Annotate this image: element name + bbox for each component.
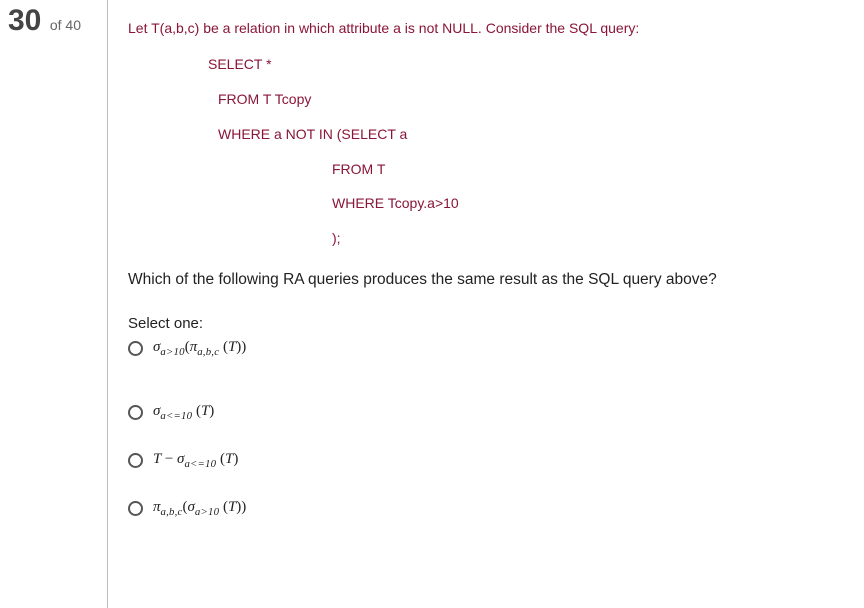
current-question-number: 30 (8, 4, 41, 37)
question-page: 30 of 40 Let T(a,b,c) be a relation in w… (0, 0, 864, 608)
total-questions: of 40 (50, 17, 81, 33)
progress-sidebar: 30 of 40 (0, 0, 108, 608)
sql-query-block: SELECT * FROM T Tcopy WHERE a NOT IN (SE… (128, 56, 852, 247)
sql-line: SELECT * (128, 56, 852, 73)
sql-line: WHERE Tcopy.a>10 (128, 195, 852, 212)
option-3[interactable]: T − σa<=10 (T) (128, 450, 852, 470)
radio-icon[interactable] (128, 501, 143, 516)
question-prompt: Let T(a,b,c) be a relation in which attr… (128, 18, 852, 38)
option-4[interactable]: πa,b,c(σa>10 (T)) (128, 498, 852, 518)
sql-line: ); (128, 230, 852, 247)
sql-line: FROM T (128, 161, 852, 178)
sql-line: FROM T Tcopy (128, 91, 852, 108)
radio-icon[interactable] (128, 341, 143, 356)
question-body: Let T(a,b,c) be a relation in which attr… (108, 0, 864, 608)
option-2[interactable]: σa<=10 (T) (128, 402, 852, 422)
radio-icon[interactable] (128, 453, 143, 468)
options-group: σa>10(πa,b,c (T)) σa<=10 (T) T − σa<=10 … (128, 338, 852, 518)
option-4-label: πa,b,c(σa>10 (T)) (153, 498, 246, 518)
radio-icon[interactable] (128, 405, 143, 420)
option-3-label: T − σa<=10 (T) (153, 450, 238, 470)
sql-line: WHERE a NOT IN (SELECT a (128, 126, 852, 143)
option-1[interactable]: σa>10(πa,b,c (T)) (128, 338, 852, 358)
select-one-label: Select one: (128, 315, 852, 332)
option-2-label: σa<=10 (T) (153, 402, 214, 422)
option-1-label: σa>10(πa,b,c (T)) (153, 338, 246, 358)
question-followup: Which of the following RA queries produc… (128, 271, 852, 289)
